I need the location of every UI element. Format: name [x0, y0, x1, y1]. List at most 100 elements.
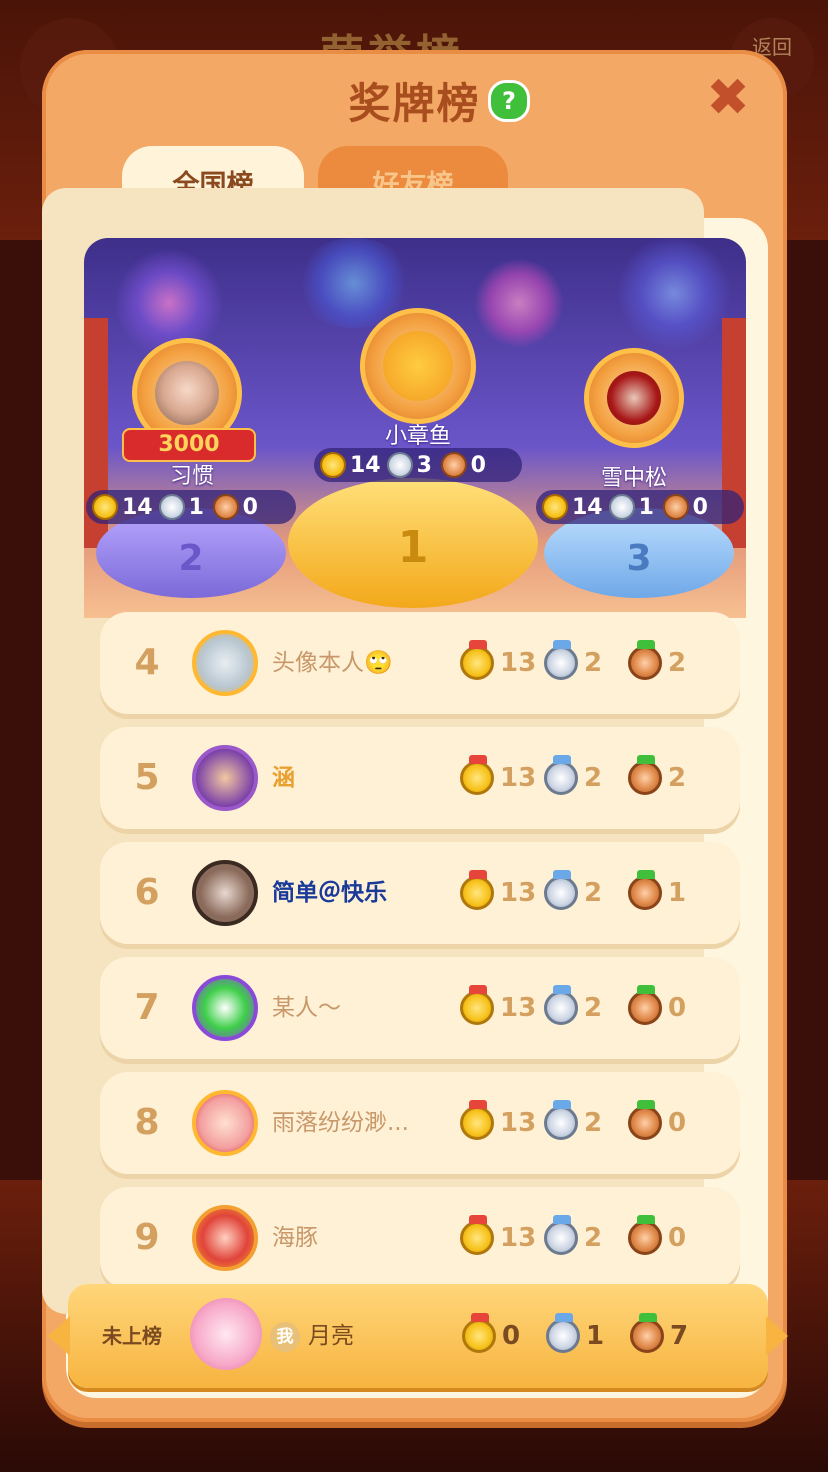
row-avatar[interactable]	[192, 975, 258, 1041]
podium-rank-1: 1	[397, 522, 429, 573]
bronze-medal-icon	[628, 755, 662, 795]
row-avatar[interactable]	[192, 860, 258, 926]
row-player-name: 头像本人🙄	[272, 650, 393, 676]
gold-count: 14	[350, 452, 381, 478]
silver-count: 2	[584, 1108, 603, 1138]
bronze-medal-icon	[628, 640, 662, 680]
silver-count: 1	[586, 1321, 605, 1351]
bronze-count: 0	[692, 494, 708, 520]
silver-medal-icon	[544, 1215, 578, 1255]
silver-medal-icon	[544, 985, 578, 1025]
gold-medal-icon	[542, 494, 568, 520]
help-icon[interactable]: ?	[488, 80, 530, 122]
silver-medal-icon	[544, 640, 578, 680]
row-rank: 8	[134, 1102, 160, 1143]
modal-title: 奖牌榜	[348, 79, 481, 128]
podium-avatar-1[interactable]	[360, 308, 476, 424]
gold-medal-icon	[320, 452, 346, 478]
firework-decoration	[474, 258, 564, 348]
leaderboard-row[interactable]: 5 涵 13 2 2	[100, 727, 740, 829]
bronze-medal-icon	[628, 1215, 662, 1255]
row-avatar[interactable]	[192, 1090, 258, 1156]
bronze-count: 7	[670, 1321, 689, 1351]
gold-medal-icon	[92, 494, 118, 520]
my-avatar[interactable]	[190, 1298, 262, 1370]
gold-count: 13	[500, 993, 537, 1023]
podium-name-3: 雪中松	[600, 466, 667, 491]
silver-count: 2	[584, 648, 603, 678]
bronze-medal-icon	[630, 1313, 664, 1353]
podium-avatar-3[interactable]	[584, 348, 684, 448]
avatar-frame-badge: 3000	[122, 428, 256, 462]
podium-medals-1: 14 3 0	[314, 448, 522, 482]
row-medals: 13 2 2	[460, 727, 712, 829]
gold-medal-icon	[460, 870, 494, 910]
bronze-count: 2	[668, 648, 687, 678]
podium-name-1: 小章鱼	[384, 424, 451, 449]
bronze-count: 0	[470, 452, 486, 478]
gold-medal-icon	[460, 985, 494, 1025]
row-avatar[interactable]	[192, 745, 258, 811]
podium-name-2: 习惯	[169, 464, 214, 489]
bronze-count: 0	[668, 1108, 687, 1138]
silver-medal-icon	[544, 870, 578, 910]
row-medals: 13 2 1	[460, 842, 712, 944]
bronze-count: 1	[668, 878, 687, 908]
podium-medals-3: 14 1 0	[536, 490, 744, 524]
row-rank: 6	[134, 872, 160, 913]
gold-medal-icon	[460, 755, 494, 795]
gold-medal-icon	[460, 1100, 494, 1140]
row-avatar[interactable]	[192, 630, 258, 696]
silver-count: 2	[584, 1223, 603, 1253]
row-avatar[interactable]	[192, 1205, 258, 1271]
bronze-medal-icon	[628, 985, 662, 1025]
bronze-count: 0	[668, 1223, 687, 1253]
leaderboard-row[interactable]: 7 某人～ 13 2 0	[100, 957, 740, 1059]
row-rank: 5	[134, 757, 160, 798]
silver-count: 2	[584, 993, 603, 1023]
bronze-count: 0	[668, 993, 687, 1023]
silver-medal-icon	[544, 755, 578, 795]
my-rank-label: 未上榜	[102, 1324, 162, 1348]
row-rank: 7	[134, 987, 160, 1028]
silver-count: 1	[638, 494, 654, 520]
row-medals: 13 2 2	[460, 612, 712, 714]
gold-count: 14	[122, 494, 153, 520]
row-rank: 9	[134, 1217, 160, 1258]
sun-avatar	[383, 331, 453, 401]
row-player-name: 某人～	[272, 995, 341, 1021]
row-medals: 13 2 0	[460, 1072, 712, 1174]
leaderboard-row[interactable]: 6 简单＠快乐 13 2 1	[100, 842, 740, 944]
silver-medal-icon	[158, 494, 185, 520]
silver-medal-icon	[546, 1313, 580, 1353]
leaderboard-row[interactable]: 9 海豚 13 2 0	[100, 1187, 740, 1289]
bronze-medal-icon	[628, 870, 662, 910]
silver-medal-icon	[544, 1100, 578, 1140]
gold-count: 13	[500, 648, 537, 678]
podium-rank-2: 2	[178, 538, 204, 579]
silver-count: 2	[584, 878, 603, 908]
avatar-photo	[607, 371, 661, 425]
row-player-name: 雨落纷纷渺...	[272, 1110, 409, 1136]
row-player-name: 海豚	[272, 1225, 318, 1251]
leaderboard-row[interactable]: 4 头像本人🙄 13 2 2	[100, 612, 740, 714]
row-medals: 13 2 0	[460, 957, 712, 1059]
gold-count: 0	[502, 1321, 521, 1351]
bronze-count: 2	[668, 763, 687, 793]
gold-medal-icon	[460, 1215, 494, 1255]
bronze-medal-icon	[212, 494, 239, 520]
podium-stage-1: 1	[288, 478, 538, 608]
bronze-count: 0	[242, 494, 258, 520]
row-player-name: 涵	[272, 765, 295, 791]
bronze-medal-icon	[628, 1100, 662, 1140]
bronze-medal-icon	[440, 452, 467, 478]
podium-area: 2 1 3 3000 小章鱼 习惯 雪中松 14 3 0 14 1 0 14 1…	[84, 238, 746, 618]
my-name: 月亮	[308, 1323, 354, 1349]
row-player-name: 简单＠快乐	[272, 880, 387, 906]
my-rank-row[interactable]: 未上榜 我 月亮 0 1 7	[48, 1284, 788, 1388]
leaderboard-row[interactable]: 8 雨落纷纷渺... 13 2 0	[100, 1072, 740, 1174]
close-icon[interactable]: ✖	[706, 72, 750, 124]
silver-count: 1	[188, 494, 204, 520]
silver-count: 2	[584, 763, 603, 793]
my-medals: 0 1 7	[462, 1284, 714, 1388]
